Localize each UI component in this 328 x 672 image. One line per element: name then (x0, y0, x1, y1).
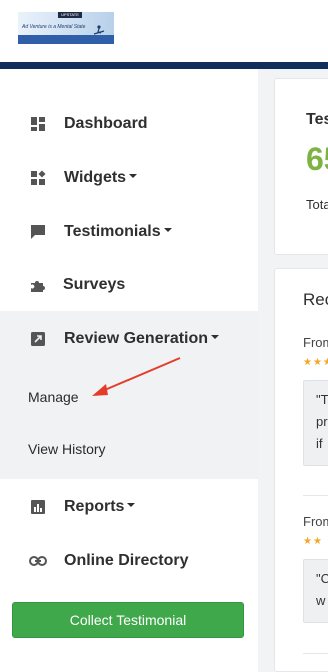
submenu-item-manage[interactable]: Manage (28, 389, 79, 405)
star-rating: ★★★ (303, 357, 328, 368)
dashboard-icon (29, 115, 47, 133)
bar-chart-icon (29, 498, 47, 516)
star-rating: ★★ (303, 536, 323, 547)
divider (303, 495, 328, 496)
caret-down-icon (127, 502, 136, 507)
caret-down-icon (163, 227, 172, 232)
brand-logo[interactable]: UPSTATE Ad Venture is a Mental State (18, 12, 114, 44)
sidebar-item-widgets[interactable]: Widgets (0, 151, 258, 205)
stat-card: Tes 65 Tota (274, 78, 328, 255)
review-item[interactable]: From ★★ "C w (303, 514, 328, 654)
sidebar-item-label: Testimonials (64, 223, 172, 241)
review-quote: "T pr if (303, 380, 328, 466)
sidebar-item-label: Online Directory (64, 552, 189, 569)
sidebar-item-label: Reports (64, 498, 136, 516)
sidebar-item-label: Widgets (64, 169, 138, 187)
puzzle-icon (29, 276, 47, 294)
link-icon (29, 552, 47, 570)
caret-down-icon (129, 173, 138, 178)
sidebar-item-testimonials[interactable]: Testimonials (0, 205, 258, 259)
sidebar-item-reports[interactable]: Reports (0, 480, 258, 534)
sidebar-item-label: Review Generation (64, 330, 220, 348)
review-from: From (303, 514, 328, 529)
app-header: UPSTATE Ad Venture is a Mental State (0, 0, 328, 62)
review-item[interactable]: From ★★★ "T pr if (303, 335, 328, 475)
review-from: From (303, 335, 328, 350)
logo-stripe (18, 35, 114, 44)
logo-tagline: Ad Venture is a Mental State (22, 24, 86, 30)
caret-down-icon (211, 334, 220, 339)
sidebar-item-label: Surveys (63, 276, 126, 293)
divider (303, 653, 328, 654)
external-link-icon (29, 330, 47, 348)
recent-card: Rec From ★★★ "T pr if From ★★ "C w (274, 268, 328, 672)
sidebar-item-surveys[interactable]: Surveys (0, 258, 258, 312)
recent-card-title: Rec (303, 290, 328, 309)
stat-card-value: 65 (306, 141, 328, 177)
submenu-item-view-history[interactable]: View History (28, 441, 106, 457)
stat-card-title: Tes (306, 111, 328, 128)
annotation-arrow (92, 357, 181, 396)
sidebar-item-dashboard[interactable]: Dashboard (0, 97, 258, 151)
sidebar-item-label: Dashboard (64, 115, 148, 132)
stat-card-subtitle: Tota (306, 197, 328, 212)
logo-badge: UPSTATE (58, 12, 82, 18)
header-bar (0, 62, 328, 69)
chat-icon (29, 223, 47, 241)
collect-testimonial-button[interactable]: Collect Testimonial (12, 602, 244, 638)
review-quote: "C w (303, 559, 328, 623)
sidebar-item-online-directory[interactable]: Online Directory (0, 534, 258, 588)
widgets-icon (29, 169, 47, 187)
